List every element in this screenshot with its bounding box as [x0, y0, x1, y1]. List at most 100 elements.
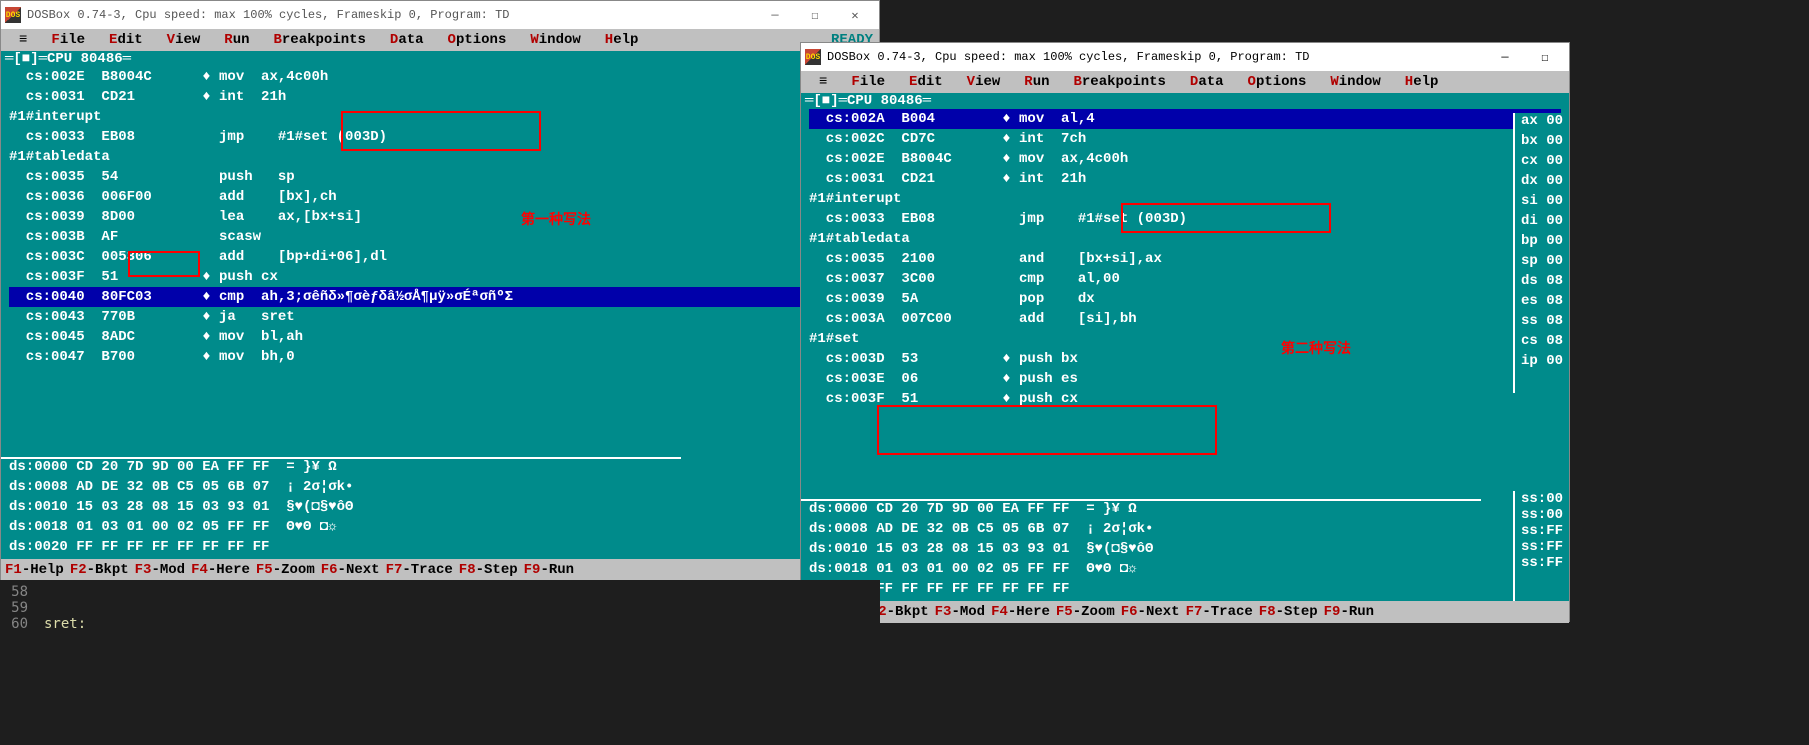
- minimize-button[interactable]: —: [1485, 44, 1525, 70]
- maximize-button[interactable]: ☐: [795, 2, 835, 28]
- fkey-F1[interactable]: F1-Help: [5, 562, 64, 578]
- menu-un[interactable]: Run: [1012, 74, 1061, 90]
- code-line[interactable]: cs:003C 005306 add [bp+di+06],dl: [9, 247, 871, 267]
- dump-line[interactable]: ds:0010 15 03 28 08 15 03 93 01 §♥(◘§♥ôΘ: [809, 541, 1473, 561]
- dump-line[interactable]: ds:0000 CD 20 7D 9D 00 EA FF FF = }¥ Ω: [9, 459, 673, 479]
- code-line[interactable]: cs:003F 51 ♦ push cx: [809, 389, 1561, 409]
- code-line[interactable]: cs:002E B8004C ♦ mov ax,4c00h: [809, 149, 1561, 169]
- fkey-F5[interactable]: F5-Zoom: [256, 562, 315, 578]
- stack-line[interactable]: ss:00: [1521, 507, 1563, 523]
- fkey-F6[interactable]: F6-Next: [321, 562, 380, 578]
- dump-line[interactable]: ds:0020 FF FF FF FF FF FF FF FF: [809, 581, 1473, 601]
- code-line[interactable]: cs:0045 8ADC ♦ mov bl,ah: [9, 327, 871, 347]
- fkey-F5[interactable]: F5-Zoom: [1056, 604, 1115, 620]
- menu-ptions[interactable]: Options: [1236, 74, 1319, 90]
- menu-indow[interactable]: Window: [1318, 74, 1392, 90]
- menu-system[interactable]: ≡: [7, 32, 39, 48]
- editor-line[interactable]: 58: [4, 584, 876, 600]
- dump-line[interactable]: ds:0018 01 03 01 00 02 05 FF FF Θ♥Θ ◘☼: [809, 561, 1473, 581]
- titlebar-left[interactable]: DOS DOSBox 0.74-3, Cpu speed: max 100% c…: [1, 1, 879, 29]
- stack-line[interactable]: ss:FF: [1521, 539, 1563, 555]
- dump-line[interactable]: ds:0000 CD 20 7D 9D 00 EA FF FF = }¥ Ω: [809, 501, 1473, 521]
- code-line[interactable]: cs:003A 007C00 add [si],bh: [809, 309, 1561, 329]
- register-line[interactable]: si 00: [1521, 193, 1563, 213]
- register-line[interactable]: ds 08: [1521, 273, 1563, 293]
- stack-line[interactable]: ss:FF: [1521, 523, 1563, 539]
- fkey-F4[interactable]: F4-Here: [991, 604, 1050, 620]
- code-line[interactable]: #1#interupt: [809, 189, 1561, 209]
- menu-reakpoints[interactable]: Breakpoints: [262, 32, 378, 48]
- code-editor[interactable]: 585960sret:: [0, 580, 880, 636]
- register-line[interactable]: es 08: [1521, 293, 1563, 313]
- code-line[interactable]: #1#set: [809, 329, 1561, 349]
- fkey-F4[interactable]: F4-Here: [191, 562, 250, 578]
- dump-pane-left[interactable]: ds:0000 CD 20 7D 9D 00 EA FF FF = }¥ Ωds…: [1, 457, 681, 559]
- code-line[interactable]: #1#tabledata: [9, 147, 871, 167]
- dump-line[interactable]: ds:0008 AD DE 32 0B C5 05 6B 07 ¡ 2σ¦σk•: [809, 521, 1473, 541]
- menu-dit[interactable]: Edit: [897, 74, 955, 90]
- code-line[interactable]: cs:002C CD7C ♦ int 7ch: [809, 129, 1561, 149]
- register-line[interactable]: cx 00: [1521, 153, 1563, 173]
- code-line[interactable]: cs:0039 5A pop dx: [809, 289, 1561, 309]
- register-line[interactable]: dx 00: [1521, 173, 1563, 193]
- stack-pane-right[interactable]: ss:00ss:00ss:FFss:FFss:FF: [1513, 491, 1569, 601]
- dump-line[interactable]: ds:0018 01 03 01 00 02 05 FF FF Θ♥Θ ◘☼: [9, 519, 673, 539]
- menu-ata[interactable]: Data: [1178, 74, 1236, 90]
- menu-elp[interactable]: Help: [1393, 74, 1451, 90]
- menu-system[interactable]: ≡: [807, 74, 839, 90]
- code-line[interactable]: cs:0043 770B ♦ ja sret: [9, 307, 871, 327]
- register-line[interactable]: bx 00: [1521, 133, 1563, 153]
- code-line[interactable]: cs:003D 53 ♦ push bx: [809, 349, 1561, 369]
- code-line[interactable]: cs:0035 2100 and [bx+si],ax: [809, 249, 1561, 269]
- code-line[interactable]: cs:0040 80FC03 ♦ cmp ah,3;σêñδ»¶σèƒδâ½σÅ…: [9, 287, 871, 307]
- menu-reakpoints[interactable]: Breakpoints: [1062, 74, 1178, 90]
- menu-elp[interactable]: Help: [593, 32, 651, 48]
- menu-ata[interactable]: Data: [378, 32, 436, 48]
- code-line[interactable]: cs:0031 CD21 ♦ int 21h: [809, 169, 1561, 189]
- menu-dit[interactable]: Edit: [97, 32, 155, 48]
- register-line[interactable]: ip 00: [1521, 353, 1563, 373]
- menu-iew[interactable]: View: [955, 74, 1013, 90]
- code-line[interactable]: cs:003E 06 ♦ push es: [809, 369, 1561, 389]
- register-line[interactable]: di 00: [1521, 213, 1563, 233]
- dump-pane-right[interactable]: ds:0000 CD 20 7D 9D 00 EA FF FF = }¥ Ωds…: [801, 499, 1481, 601]
- register-line[interactable]: cs 08: [1521, 333, 1563, 353]
- stack-line[interactable]: ss:00: [1521, 491, 1563, 507]
- code-line[interactable]: cs:0036 006F00 add [bx],ch: [9, 187, 871, 207]
- menu-ile[interactable]: File: [39, 32, 97, 48]
- menu-un[interactable]: Run: [212, 32, 261, 48]
- fkey-F3[interactable]: F3-Mod: [135, 562, 185, 578]
- editor-line[interactable]: 59: [4, 600, 876, 616]
- fkey-F8[interactable]: F8-Step: [1259, 604, 1318, 620]
- code-line[interactable]: cs:0037 3C00 cmp al,00: [809, 269, 1561, 289]
- code-line[interactable]: cs:0031 CD21 ♦ int 21h: [9, 87, 871, 107]
- menu-iew[interactable]: View: [155, 32, 213, 48]
- dump-line[interactable]: ds:0010 15 03 28 08 15 03 93 01 §♥(◘§♥ôΘ: [9, 499, 673, 519]
- code-line[interactable]: #1#tabledata: [809, 229, 1561, 249]
- fkey-F6[interactable]: F6-Next: [1121, 604, 1180, 620]
- code-pane-right[interactable]: cs:002A B004 ♦ mov al,4 cs:002C CD7C ♦ i…: [801, 109, 1569, 429]
- code-line[interactable]: cs:003F 51 ♦ push cx: [9, 267, 871, 287]
- code-line[interactable]: cs:0039 8D00 lea ax,[bx+si]: [9, 207, 871, 227]
- editor-line[interactable]: 60sret:: [4, 616, 876, 632]
- code-line[interactable]: cs:0033 EB08 jmp #1#set (003D): [809, 209, 1561, 229]
- register-line[interactable]: ss 08: [1521, 313, 1563, 333]
- maximize-button[interactable]: ☐: [1525, 44, 1565, 70]
- register-line[interactable]: bp 00: [1521, 233, 1563, 253]
- fkey-F3[interactable]: F3-Mod: [935, 604, 985, 620]
- code-line[interactable]: cs:003B AF scasw: [9, 227, 871, 247]
- menu-ile[interactable]: File: [839, 74, 897, 90]
- code-line[interactable]: #1#interupt: [9, 107, 871, 127]
- close-button[interactable]: ✕: [835, 2, 875, 28]
- code-line[interactable]: cs:002E B8004C ♦ mov ax,4c00h: [9, 67, 871, 87]
- register-line[interactable]: ax 00: [1521, 113, 1563, 133]
- fkey-F9[interactable]: F9-Run: [524, 562, 574, 578]
- minimize-button[interactable]: —: [755, 2, 795, 28]
- code-line[interactable]: cs:002A B004 ♦ mov al,4: [809, 109, 1561, 129]
- dump-line[interactable]: ds:0020 FF FF FF FF FF FF FF FF: [9, 539, 673, 559]
- fkey-F2[interactable]: F2-Bkpt: [70, 562, 129, 578]
- dump-line[interactable]: ds:0008 AD DE 32 0B C5 05 6B 07 ¡ 2σ¦σk•: [9, 479, 673, 499]
- menu-indow[interactable]: Window: [518, 32, 592, 48]
- fkey-F8[interactable]: F8-Step: [459, 562, 518, 578]
- fkey-F7[interactable]: F7-Trace: [386, 562, 453, 578]
